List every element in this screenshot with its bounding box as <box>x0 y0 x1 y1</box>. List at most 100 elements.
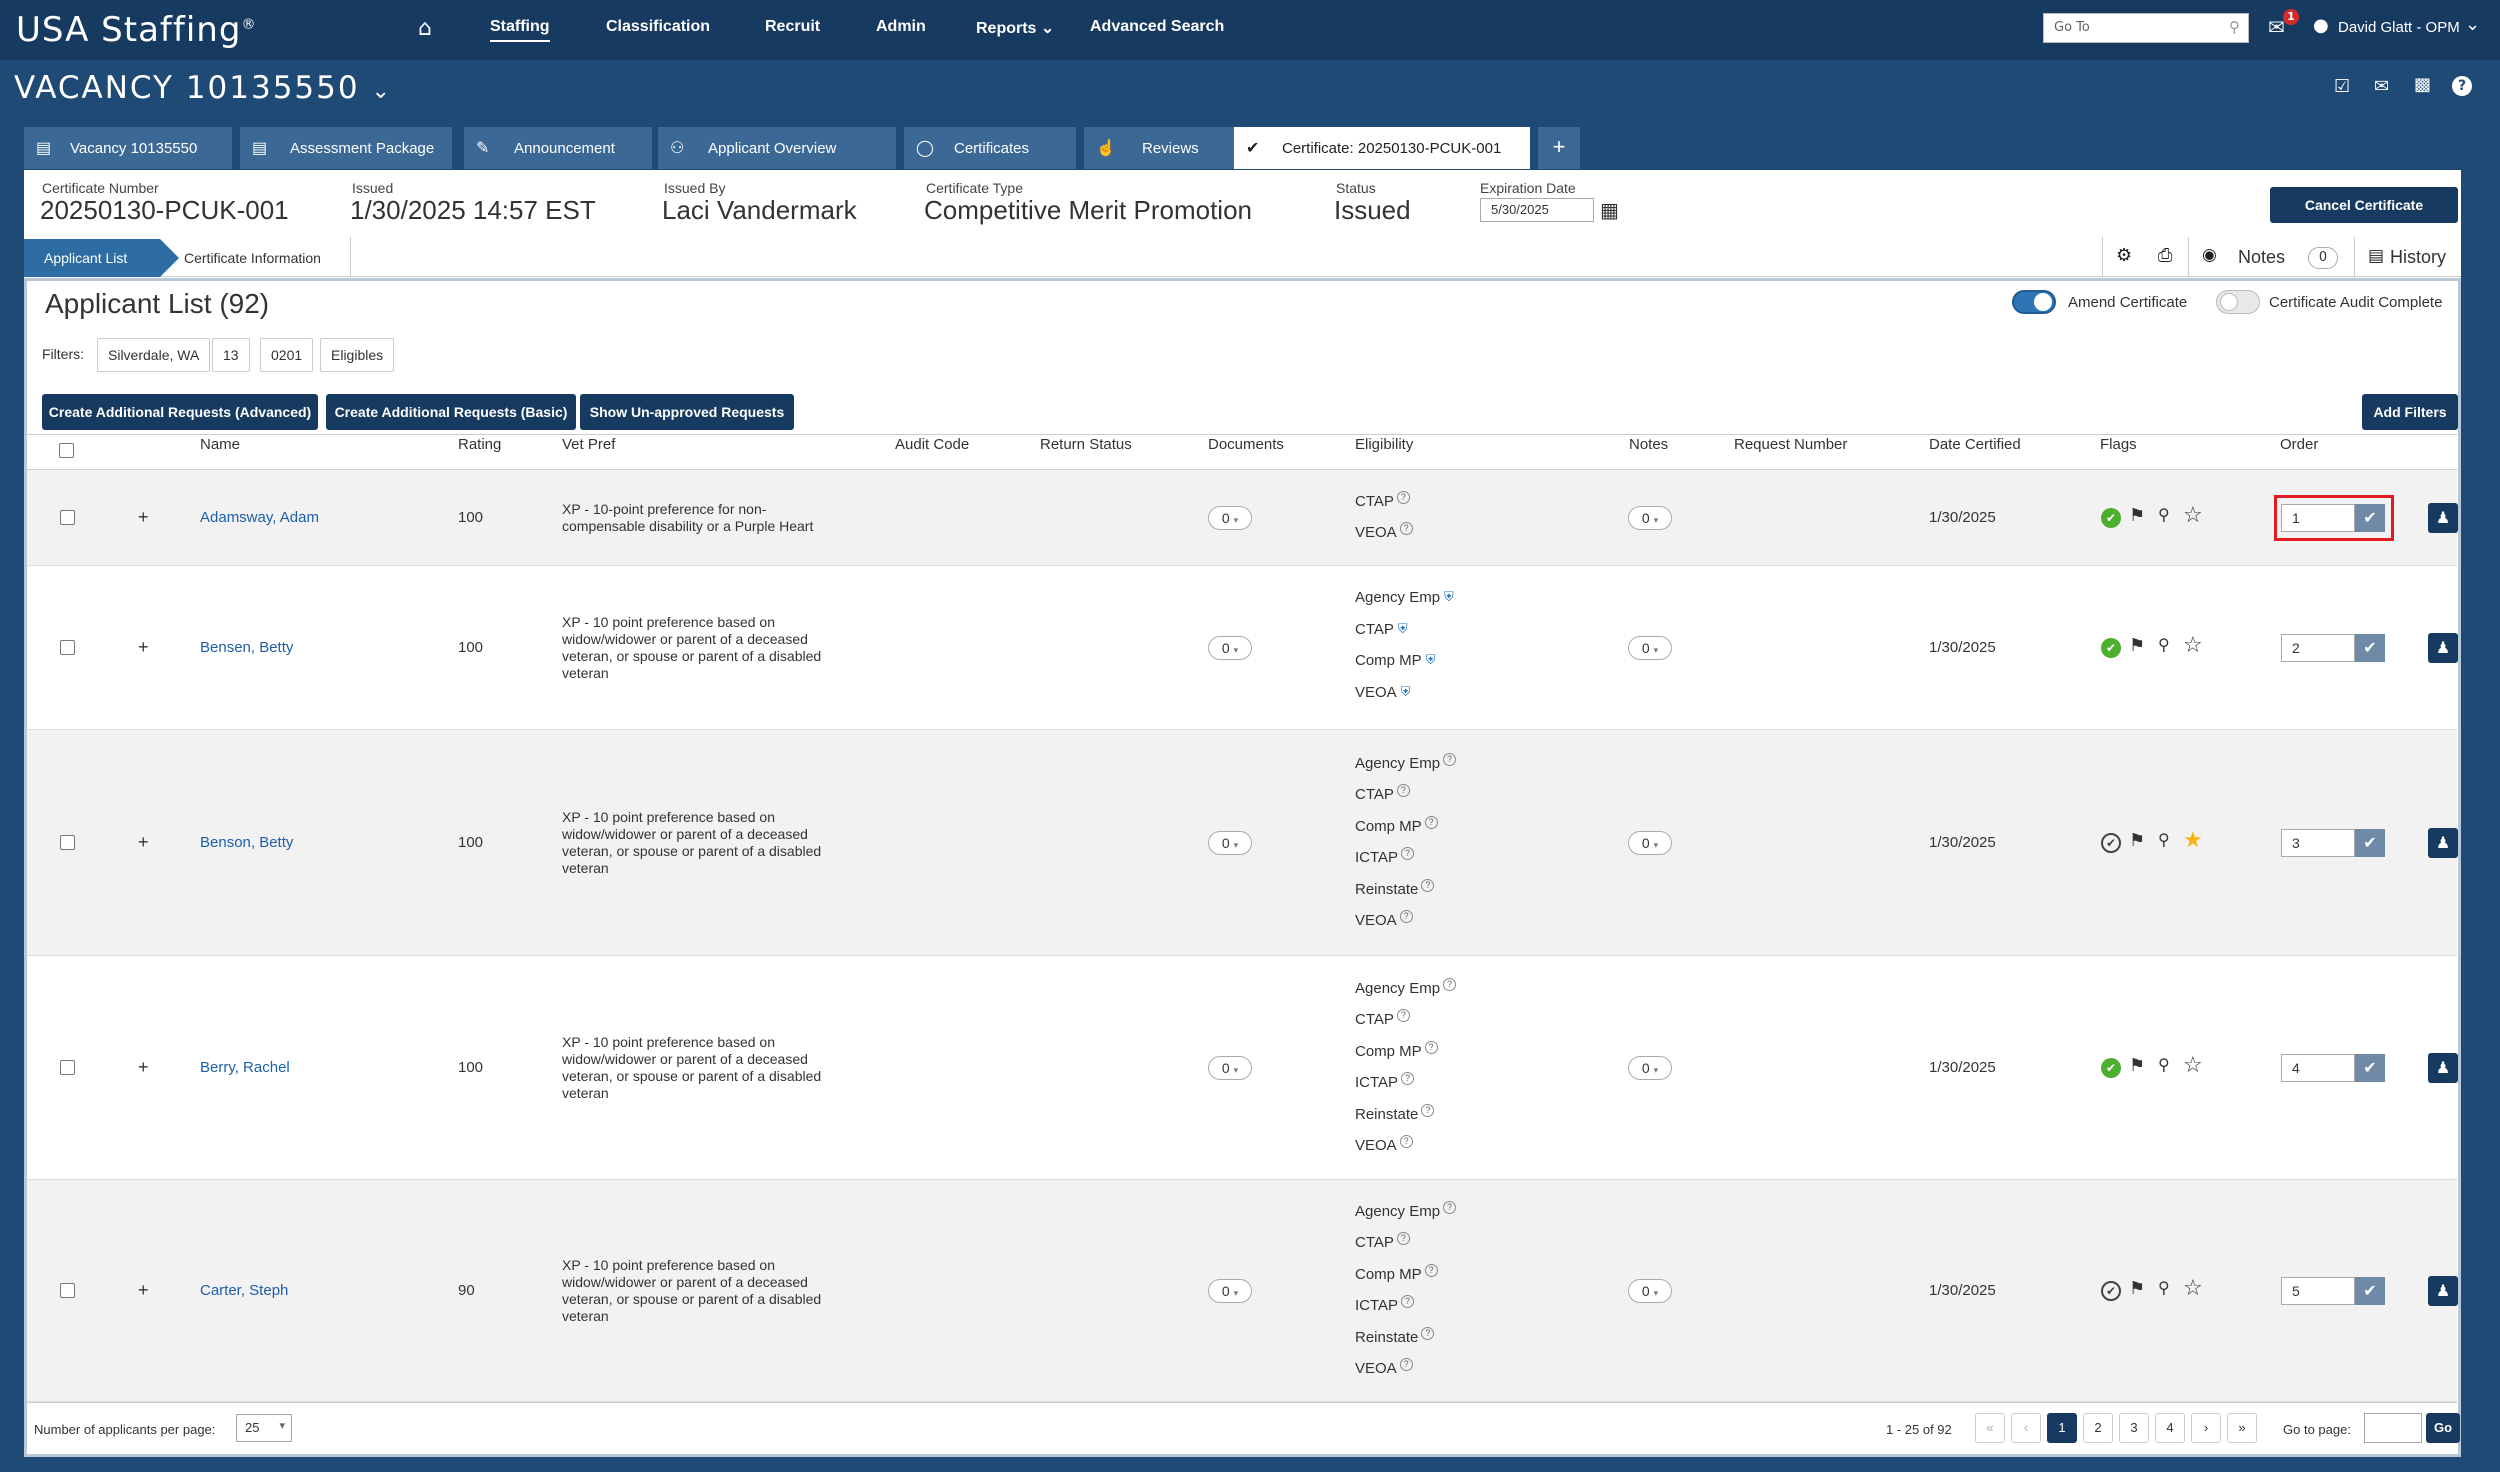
order-input[interactable]: 5 <box>2281 1277 2355 1305</box>
filter-chip[interactable]: 0201 <box>260 338 314 372</box>
help-icon[interactable]: ? <box>1401 1295 1415 1308</box>
col-flags[interactable]: Flags <box>2100 436 2137 453</box>
notes-dropdown[interactable]: 0 ▾ <box>1628 636 1672 660</box>
history-label[interactable]: History <box>2390 247 2446 268</box>
create-requests-basic-button[interactable]: Create Additional Requests (Basic) <box>326 394 576 430</box>
check-circle-icon[interactable]: ✔ <box>2101 638 2121 658</box>
star-icon[interactable]: ☆ <box>2183 1053 2203 1078</box>
notes-dropdown[interactable]: 0 ▾ <box>1628 1056 1672 1080</box>
audit-complete-toggle[interactable] <box>2216 290 2260 314</box>
add-tab-button[interactable]: + <box>1538 127 1580 169</box>
col-documents[interactable]: Documents <box>1208 436 1284 453</box>
tab-assessment-package[interactable]: ▤ Assessment Package <box>240 127 452 169</box>
next-page-button[interactable]: › <box>2191 1413 2221 1443</box>
row-checkbox[interactable] <box>60 1060 75 1075</box>
col-order[interactable]: Order <box>2280 436 2318 453</box>
applicant-name-link[interactable]: Carter, Steph <box>200 1282 288 1299</box>
help-icon[interactable]: ? <box>1421 1326 1435 1340</box>
check-circle-icon[interactable]: ✔ <box>2101 508 2121 528</box>
checklist-icon[interactable]: ☑ <box>2334 76 2350 97</box>
flag-icon[interactable]: ⚑ <box>2129 1055 2145 1076</box>
notes-dropdown[interactable]: 0 ▾ <box>1628 831 1672 855</box>
applicant-profile-button[interactable]: ♟ <box>2428 633 2458 663</box>
search-icon[interactable]: ⚲ <box>2229 18 2240 36</box>
help-icon[interactable]: ? <box>1443 1200 1457 1214</box>
row-checkbox[interactable] <box>60 1283 75 1298</box>
documents-dropdown[interactable]: 0 ▾ <box>1208 1279 1252 1303</box>
order-input[interactable]: 4 <box>2281 1054 2355 1082</box>
applicant-profile-button[interactable]: ♟ <box>2428 503 2458 533</box>
applicant-name-link[interactable]: Adamsway, Adam <box>200 509 319 526</box>
star-icon[interactable]: ★ <box>2183 828 2203 853</box>
create-requests-advanced-button[interactable]: Create Additional Requests (Advanced) <box>42 394 318 430</box>
page-3-button[interactable]: 3 <box>2119 1413 2149 1443</box>
help-icon[interactable]: ? <box>1396 490 1410 504</box>
applicant-name-link[interactable]: Bensen, Betty <box>200 639 293 656</box>
col-notes[interactable]: Notes <box>1629 436 1668 453</box>
vacancy-title[interactable]: VACANCY 10135550 ⌄ <box>14 70 392 106</box>
help-icon[interactable]: ? <box>1424 1040 1438 1054</box>
help-icon[interactable]: ? <box>1399 1135 1413 1148</box>
col-vet-pref[interactable]: Vet Pref <box>562 436 615 453</box>
show-unapproved-button[interactable]: Show Un-approved Requests <box>580 394 794 430</box>
expand-row-button[interactable]: + <box>138 637 149 658</box>
tab-vacancy[interactable]: ▤ Vacancy 10135550 <box>24 127 232 169</box>
help-icon[interactable]: ? <box>1401 847 1415 860</box>
page-2-button[interactable]: 2 <box>2083 1413 2113 1443</box>
filter-chip[interactable]: Eligibles <box>320 338 395 372</box>
history-icon[interactable]: ▤ <box>2368 246 2384 266</box>
nav-staffing[interactable]: Staffing <box>490 18 550 42</box>
tab-reviews[interactable]: ☝ Reviews <box>1084 127 1256 169</box>
notes-dropdown[interactable]: 0 ▾ <box>1628 1279 1672 1303</box>
tab-certificate-detail[interactable]: ✔ Certificate: 20250130-PCUK-001 <box>1234 127 1530 169</box>
page-4-button[interactable]: 4 <box>2155 1413 2185 1443</box>
select-all-checkbox[interactable] <box>59 443 74 458</box>
nav-recruit[interactable]: Recruit <box>765 18 820 36</box>
star-icon[interactable]: ☆ <box>2183 503 2203 528</box>
tab-announcement[interactable]: ✎ Announcement <box>464 127 652 169</box>
star-icon[interactable]: ☆ <box>2183 633 2203 658</box>
help-icon[interactable]: ? <box>1424 815 1438 829</box>
filter-chip[interactable]: 13 <box>212 338 250 372</box>
help-icon[interactable]: ? <box>1399 522 1413 535</box>
col-eligibility[interactable]: Eligibility <box>1355 436 1413 453</box>
chevron-down-icon[interactable]: ⌄ <box>371 79 391 104</box>
expand-row-button[interactable]: + <box>138 1057 149 1078</box>
order-save-button[interactable]: ✔ <box>2355 1054 2385 1082</box>
gear-icon[interactable]: ⚙ <box>2116 245 2132 266</box>
subtab-applicant-list[interactable]: Applicant List <box>24 239 179 277</box>
expand-row-button[interactable]: + <box>138 507 149 528</box>
pin-icon[interactable]: ⚲ <box>2158 830 2170 849</box>
col-request-number[interactable]: Request Number <box>1734 436 1847 453</box>
nav-admin[interactable]: Admin <box>876 18 926 36</box>
nav-reports[interactable]: Reports ⌄ <box>976 18 1054 38</box>
help-icon[interactable]: ? <box>1421 1103 1435 1117</box>
applicant-profile-button[interactable]: ♟ <box>2428 1276 2458 1306</box>
col-return-status[interactable]: Return Status <box>1040 436 1132 453</box>
calendar-icon[interactable]: ▦ <box>1600 198 1619 222</box>
help-icon[interactable]: ? <box>1421 878 1435 892</box>
check-circle-icon[interactable]: ✔ <box>2101 1058 2121 1078</box>
documents-dropdown[interactable]: 0 ▾ <box>1208 831 1252 855</box>
row-checkbox[interactable] <box>60 835 75 850</box>
envelope-open-icon[interactable]: ✉ <box>2374 76 2389 97</box>
check-circle-icon[interactable]: ✔ <box>2101 1281 2121 1301</box>
tab-certificates[interactable]: ◯ Certificates <box>904 127 1076 169</box>
flag-icon[interactable]: ⚑ <box>2129 1278 2145 1299</box>
order-input[interactable]: 3 <box>2281 829 2355 857</box>
nav-advanced-search[interactable]: Advanced Search <box>1090 18 1224 36</box>
subtab-certificate-information[interactable]: Certificate Information <box>184 250 321 266</box>
pin-icon[interactable]: ⚲ <box>2158 505 2170 524</box>
notes-icon[interactable]: ◉ <box>2202 245 2217 265</box>
amend-certificate-toggle[interactable] <box>2012 290 2056 314</box>
pin-icon[interactable]: ⚲ <box>2158 1055 2170 1074</box>
goto-input[interactable]: Go To ⚲ <box>2043 13 2249 43</box>
chevron-down-icon[interactable]: ⌄ <box>2465 14 2480 35</box>
applicant-profile-button[interactable]: ♟ <box>2428 828 2458 858</box>
applicant-name-link[interactable]: Berry, Rachel <box>200 1059 290 1076</box>
expiration-date-input[interactable]: 5/30/2025 <box>1480 198 1594 222</box>
last-page-button[interactable]: » <box>2227 1413 2257 1443</box>
filter-chip[interactable]: Silverdale, WA <box>97 338 211 372</box>
help-icon[interactable]: ? <box>1401 1072 1415 1085</box>
star-icon[interactable]: ☆ <box>2183 1276 2203 1301</box>
